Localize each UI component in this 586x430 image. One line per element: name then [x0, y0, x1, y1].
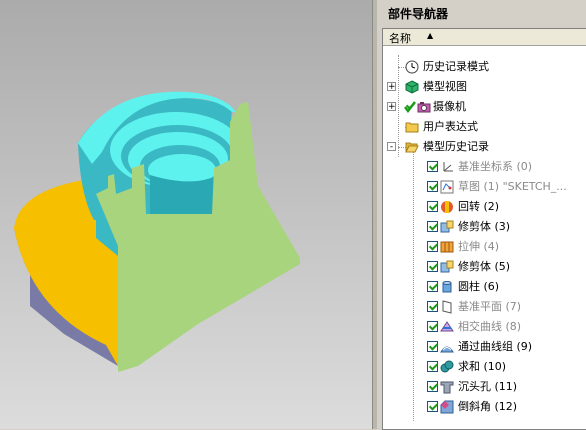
- sort-ascending-icon: ▲: [427, 31, 434, 40]
- node-label: 用户表达式: [423, 120, 478, 133]
- 3d-model[interactable]: [0, 0, 372, 429]
- unite-icon: [440, 360, 454, 373]
- feature-checkbox[interactable]: [427, 381, 438, 392]
- feature-row-trim-body-5[interactable]: 修剪体 (5): [383, 257, 586, 277]
- camera-visible-check-icon[interactable]: [403, 100, 417, 114]
- counterbore-hole-icon: [440, 381, 454, 394]
- expand-icon[interactable]: +: [387, 82, 396, 92]
- cylinder-icon: [442, 281, 452, 293]
- graphics-viewport[interactable]: [0, 0, 372, 429]
- feature-row-datum-csys[interactable]: 基准坐标系 (0): [383, 157, 586, 177]
- column-header-label: 名称: [389, 32, 411, 45]
- feature-row-datum-plane[interactable]: 基准平面 (7): [383, 297, 586, 317]
- feature-checkbox[interactable]: [427, 221, 438, 232]
- feature-checkbox[interactable]: [427, 401, 438, 412]
- tree-node-user-expressions[interactable]: 用户表达式: [383, 117, 586, 137]
- collapse-icon[interactable]: -: [387, 142, 396, 152]
- feature-checkbox[interactable]: [427, 261, 438, 272]
- feature-label: 修剪体 (3): [458, 220, 511, 233]
- feature-label: 相交曲线 (8): [458, 320, 522, 333]
- feature-checkbox[interactable]: [427, 281, 438, 292]
- trim-body-icon: [440, 260, 454, 273]
- navigator-tree[interactable]: 名称 ▲ 历史记录模式 + 模型视图 + 摄像机 用户表达式 - 模型历史记录 …: [382, 28, 586, 430]
- feature-row-revolve[interactable]: 回转 (2): [383, 197, 586, 217]
- node-label: 模型历史记录: [423, 140, 489, 153]
- feature-label: 基准平面 (7): [458, 300, 522, 313]
- feature-label: 沉头孔 (11): [458, 380, 518, 393]
- feature-checkbox[interactable]: [427, 181, 438, 192]
- feature-label: 拉伸 (4): [458, 240, 500, 253]
- feature-checkbox[interactable]: [427, 321, 438, 332]
- camera-icon: [417, 102, 431, 113]
- tree-node-history-mode[interactable]: 历史记录模式: [383, 57, 586, 77]
- through-curves-icon: [440, 346, 454, 353]
- datum-plane-icon: [442, 300, 452, 314]
- model-views-icon: [405, 80, 419, 94]
- feature-label: 基准坐标系 (0): [458, 160, 533, 173]
- datum-csys-icon: [443, 162, 453, 172]
- sketch-icon: [440, 180, 454, 194]
- expand-icon[interactable]: +: [387, 102, 396, 112]
- feature-row-chamfer[interactable]: 倒斜角 (12): [383, 397, 586, 417]
- clock-icon: [405, 60, 419, 74]
- feature-row-unite[interactable]: 求和 (10): [383, 357, 586, 377]
- chamfer-icon: [440, 400, 454, 414]
- trim-body-icon: [440, 220, 454, 233]
- feature-label: 求和 (10): [458, 360, 507, 373]
- feature-label: 修剪体 (5): [458, 260, 511, 273]
- feature-checkbox[interactable]: [427, 241, 438, 252]
- part-navigator-panel: 部件导航器 名称 ▲ 历史记录模式 + 模型视图 + 摄像机 用户表达式 - 模…: [377, 0, 586, 430]
- feature-row-intersection-curve[interactable]: 相交曲线 (8): [383, 317, 586, 337]
- feature-label: 圆柱 (6): [458, 280, 500, 293]
- feature-row-extrude[interactable]: 拉伸 (4): [383, 237, 586, 257]
- feature-row-through-curves[interactable]: 通过曲线组 (9): [383, 337, 586, 357]
- navigator-title: 部件导航器: [388, 7, 449, 21]
- feature-label: 通过曲线组 (9): [458, 340, 533, 353]
- feature-label: 倒斜角 (12): [458, 400, 518, 413]
- tree-node-model-views[interactable]: + 模型视图: [383, 77, 586, 97]
- feature-row-trim-body-3[interactable]: 修剪体 (3): [383, 217, 586, 237]
- intersection-curve-icon: [440, 321, 454, 332]
- revolve-icon: [441, 201, 453, 213]
- node-label: 历史记录模式: [423, 60, 489, 73]
- feature-checkbox[interactable]: [427, 361, 438, 372]
- folder-open-icon: [405, 142, 419, 153]
- node-label: 模型视图: [423, 80, 467, 93]
- feature-label: 草图 (1) "SKETCH_...: [458, 180, 567, 193]
- feature-checkbox[interactable]: [427, 161, 438, 172]
- folder-icon: [405, 122, 419, 133]
- extrude-icon: [440, 241, 454, 253]
- tree-node-model-history[interactable]: - 模型历史记录: [383, 137, 586, 157]
- feature-checkbox[interactable]: [427, 301, 438, 312]
- feature-checkbox[interactable]: [427, 341, 438, 352]
- node-label: 摄像机: [433, 100, 466, 113]
- name-column-header[interactable]: 名称 ▲: [383, 29, 586, 46]
- feature-label: 回转 (2): [458, 200, 500, 213]
- feature-row-cylinder[interactable]: 圆柱 (6): [383, 277, 586, 297]
- feature-row-sketch[interactable]: 草图 (1) "SKETCH_...: [383, 177, 586, 197]
- feature-row-counterbore-hole[interactable]: 沉头孔 (11): [383, 377, 586, 397]
- feature-checkbox[interactable]: [427, 201, 438, 212]
